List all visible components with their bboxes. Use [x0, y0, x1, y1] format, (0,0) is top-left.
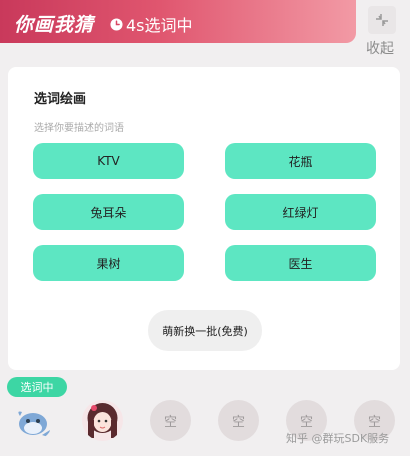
panel-subtitle: 选择你要描述的词语	[34, 123, 124, 134]
word-selection-panel: 选词绘画 选择你要描述的词语 KTV 花瓶 兔耳朵 红绿灯 果树 医生 萌新换一…	[8, 67, 400, 370]
watermark: 知乎 @群玩SDK服务	[286, 432, 390, 445]
dolphin-avatar-icon	[12, 400, 53, 441]
player-avatar-girl[interactable]	[82, 400, 123, 441]
collapse-button[interactable]	[368, 6, 396, 34]
word-option[interactable]: 花瓶	[225, 143, 376, 179]
collapse-label[interactable]: 收起	[366, 38, 394, 58]
word-option[interactable]: 兔耳朵	[33, 194, 184, 230]
shrink-icon	[376, 14, 388, 26]
header-bar: 你画我猜 4s选词中	[0, 0, 356, 43]
status-badge: 选词中	[7, 377, 67, 397]
player-avatar-dolphin[interactable]	[12, 400, 53, 441]
word-option[interactable]: 红绿灯	[225, 194, 376, 230]
word-option[interactable]: 医生	[225, 245, 376, 281]
refresh-words-button[interactable]: 萌新换一批(免费)	[148, 310, 262, 351]
empty-seat[interactable]: 空	[150, 400, 191, 441]
word-option[interactable]: KTV	[33, 143, 184, 179]
word-option[interactable]: 果树	[33, 245, 184, 281]
timer-text: 4s选词中	[126, 16, 193, 35]
girl-avatar-icon	[82, 400, 123, 441]
game-title: 你画我猜	[14, 14, 95, 36]
panel-title: 选词绘画	[34, 92, 87, 107]
countdown-timer: 4s选词中	[110, 12, 193, 36]
clock-icon	[110, 17, 123, 31]
empty-seat[interactable]: 空	[218, 400, 259, 441]
